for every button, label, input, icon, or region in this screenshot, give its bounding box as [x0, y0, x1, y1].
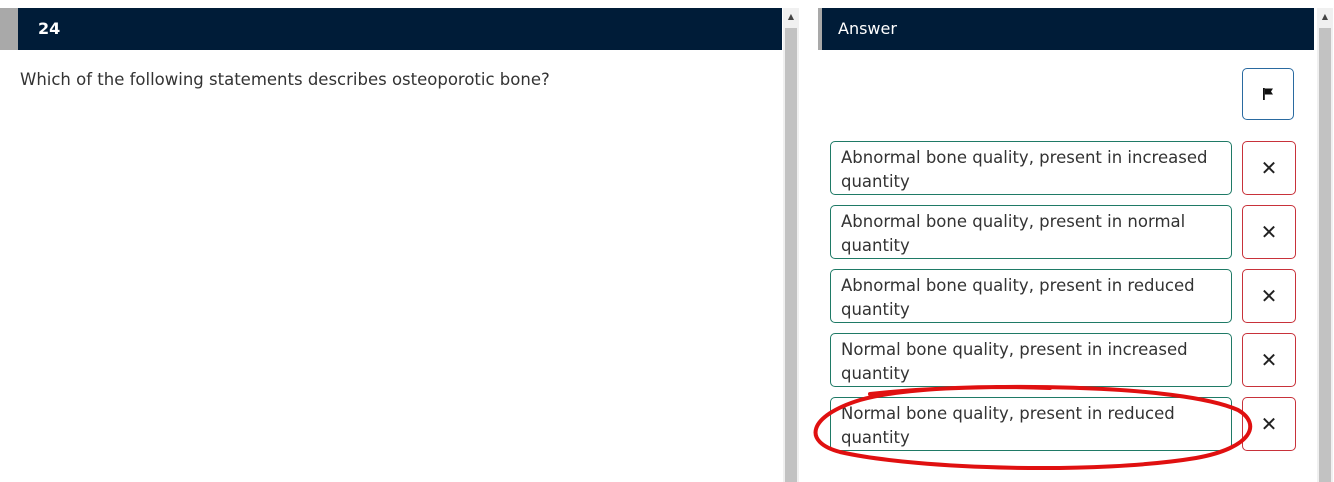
question-text: Which of the following statements descri… — [20, 70, 550, 89]
scroll-up-arrow-icon[interactable]: ▲ — [1317, 8, 1333, 26]
question-pane: 24 Which of the following statements des… — [0, 0, 782, 482]
close-icon: ✕ — [1260, 348, 1278, 372]
flag-icon — [1263, 88, 1273, 100]
answer-option[interactable]: Abnormal bone quality, present in normal… — [830, 205, 1232, 259]
close-icon: ✕ — [1260, 284, 1278, 308]
answer-scrollbar[interactable]: ▲ — [1317, 8, 1333, 482]
header-accent-bar — [0, 8, 18, 50]
question-header: 24 — [0, 8, 782, 50]
flag-question-button[interactable] — [1242, 68, 1294, 120]
answer-title: Answer — [838, 19, 897, 38]
answer-header: Answer — [818, 8, 1314, 50]
strike-option-button[interactable]: ✕ — [1242, 141, 1296, 195]
answer-option[interactable]: Normal bone quality, present in reduced … — [830, 397, 1232, 451]
strike-option-button[interactable]: ✕ — [1242, 205, 1296, 259]
header-accent-bar — [818, 8, 822, 50]
scrollbar-thumb[interactable] — [1319, 28, 1331, 482]
close-icon: ✕ — [1260, 156, 1278, 180]
pane-divider — [800, 0, 820, 482]
strike-option-button[interactable]: ✕ — [1242, 333, 1296, 387]
answer-option[interactable]: Abnormal bone quality, present in reduce… — [830, 269, 1232, 323]
close-icon: ✕ — [1260, 220, 1278, 244]
close-icon: ✕ — [1260, 412, 1278, 436]
question-scrollbar[interactable]: ▲ — [783, 8, 799, 482]
strike-option-button[interactable]: ✕ — [1242, 397, 1296, 451]
question-number: 24 — [38, 19, 61, 38]
strike-option-button[interactable]: ✕ — [1242, 269, 1296, 323]
answer-option[interactable]: Normal bone quality, present in increase… — [830, 333, 1232, 387]
answer-option[interactable]: Abnormal bone quality, present in increa… — [830, 141, 1232, 195]
scroll-up-arrow-icon[interactable]: ▲ — [783, 8, 799, 26]
scrollbar-thumb[interactable] — [785, 28, 797, 482]
